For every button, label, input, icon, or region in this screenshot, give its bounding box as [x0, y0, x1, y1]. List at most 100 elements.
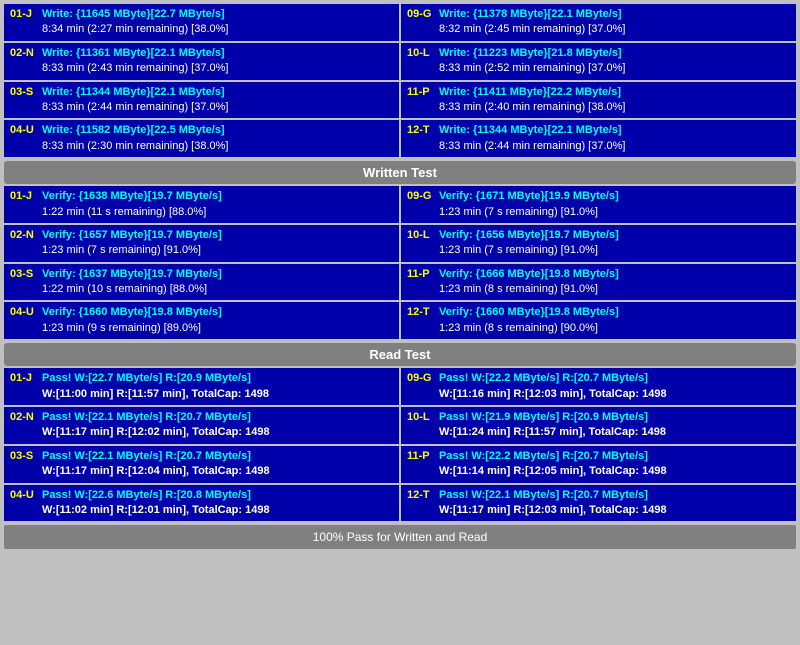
cell-content: Pass! W:[22.1 MByte/s] R:[20.7 MByte/s]W… — [42, 449, 393, 480]
cell-line1: Verify: {1638 MByte}[19.7 MByte/s] — [42, 189, 393, 204]
cell-id: 03-S — [10, 267, 38, 282]
cell-09-g: 09-G Verify: {1671 MByte}[19.9 MByte/s]1:… — [401, 186, 796, 223]
main-container: 01-JWrite: {11645 MByte}[22.7 MByte/s]8:… — [0, 0, 800, 553]
verify-grid: 01-JVerify: {1638 MByte}[19.7 MByte/s]1:… — [4, 186, 796, 339]
cell-10-l: 10-L Verify: {1656 MByte}[19.7 MByte/s]1:… — [401, 225, 796, 262]
cell-content: Verify: {1660 MByte}[19.8 MByte/s]1:23 m… — [439, 305, 790, 336]
cell-02-n: 02-N Pass! W:[22.1 MByte/s] R:[20.7 MByte… — [4, 407, 399, 444]
cell-line1: Write: {11582 MByte}[22.5 MByte/s] — [42, 123, 393, 138]
written-test-label: Written Test — [4, 161, 796, 184]
cell-12-t: 12-T Verify: {1660 MByte}[19.8 MByte/s]1:… — [401, 302, 796, 339]
cell-10-l: 10-LWrite: {11223 MByte}[21.8 MByte/s]8:… — [401, 43, 796, 80]
cell-line2: 1:22 min (10 s remaining) [88.0%] — [42, 282, 393, 297]
cell-04-u: 04-UVerify: {1660 MByte}[19.8 MByte/s]1:… — [4, 302, 399, 339]
cell-line1: Pass! W:[22.6 MByte/s] R:[20.8 MByte/s] — [42, 488, 393, 503]
cell-content: Verify: {1666 MByte}[19.8 MByte/s]1:23 m… — [439, 267, 790, 298]
cell-id: 03-S — [10, 449, 38, 464]
cell-01-j: 01-J Pass! W:[22.7 MByte/s] R:[20.9 MByte… — [4, 368, 399, 405]
cell-line1: Verify: {1671 MByte}[19.9 MByte/s] — [439, 189, 790, 204]
cell-line1: Verify: {1666 MByte}[19.8 MByte/s] — [439, 267, 790, 282]
cell-content: Write: {11378 MByte}[22.1 MByte/s]8:32 m… — [439, 7, 790, 38]
cell-11-p: 11-P Verify: {1666 MByte}[19.8 MByte/s]1:… — [401, 264, 796, 301]
cell-id: 12-T — [407, 488, 435, 503]
cell-line2: 1:22 min (11 s remaining) [88.0%] — [42, 205, 393, 220]
cell-id: 12-T — [407, 123, 435, 138]
cell-line1: Verify: {1656 MByte}[19.7 MByte/s] — [439, 228, 790, 243]
cell-line1: Pass! W:[22.2 MByte/s] R:[20.7 MByte/s] — [439, 371, 790, 386]
cell-line2: 8:34 min (2:27 min remaining) [38.0%] — [42, 22, 393, 37]
cell-content: Write: {11344 MByte}[22.1 MByte/s]8:33 m… — [42, 85, 393, 116]
cell-line1: Write: {11411 MByte}[22.2 MByte/s] — [439, 85, 790, 100]
cell-line1: Write: {11344 MByte}[22.1 MByte/s] — [42, 85, 393, 100]
cell-line2: W:[11:02 min] R:[12:01 min], TotalCap: 1… — [42, 503, 393, 518]
read-grid: 01-J Pass! W:[22.7 MByte/s] R:[20.9 MByte… — [4, 368, 796, 521]
cell-line1: Verify: {1660 MByte}[19.8 MByte/s] — [42, 305, 393, 320]
cell-id: 11-P — [407, 449, 435, 464]
cell-id: 02-N — [10, 228, 38, 243]
cell-content: Pass! W:[22.2 MByte/s] R:[20.7 MByte/s]W… — [439, 449, 790, 480]
cell-11-p: 11-P Write: {11411 MByte}[22.2 MByte/s]8:… — [401, 82, 796, 119]
cell-content: Verify: {1656 MByte}[19.7 MByte/s]1:23 m… — [439, 228, 790, 259]
cell-content: Verify: {1637 MByte}[19.7 MByte/s]1:22 m… — [42, 267, 393, 298]
cell-id: 02-N — [10, 46, 38, 61]
cell-10-l: 10-L Pass! W:[21.9 MByte/s] R:[20.9 MByte… — [401, 407, 796, 444]
cell-line1: Pass! W:[21.9 MByte/s] R:[20.9 MByte/s] — [439, 410, 790, 425]
cell-id: 12-T — [407, 305, 435, 320]
cell-02-n: 02-N Verify: {1657 MByte}[19.7 MByte/s]1:… — [4, 225, 399, 262]
cell-content: Write: {11582 MByte}[22.5 MByte/s]8:33 m… — [42, 123, 393, 154]
cell-line1: Pass! W:[22.7 MByte/s] R:[20.9 MByte/s] — [42, 371, 393, 386]
cell-line2: 1:23 min (8 s remaining) [90.0%] — [439, 321, 790, 336]
cell-line1: Verify: {1657 MByte}[19.7 MByte/s] — [42, 228, 393, 243]
cell-id: 03-S — [10, 85, 38, 100]
cell-line2: 8:33 min (2:44 min remaining) [37.0%] — [439, 139, 790, 154]
cell-id: 01-J — [10, 371, 38, 386]
cell-11-p: 11-P Pass! W:[22.2 MByte/s] R:[20.7 MByte… — [401, 446, 796, 483]
cell-09-g: 09-GWrite: {11378 MByte}[22.1 MByte/s]8:… — [401, 4, 796, 41]
cell-line2: 1:23 min (7 s remaining) [91.0%] — [42, 243, 393, 258]
cell-line1: Verify: {1660 MByte}[19.8 MByte/s] — [439, 305, 790, 320]
cell-line2: W:[11:17 min] R:[12:04 min], TotalCap: 1… — [42, 464, 393, 479]
cell-03-s: 03-S Write: {11344 MByte}[22.1 MByte/s]8:… — [4, 82, 399, 119]
read-section: 01-J Pass! W:[22.7 MByte/s] R:[20.9 MByte… — [4, 368, 796, 521]
cell-content: Write: {11411 MByte}[22.2 MByte/s]8:33 m… — [439, 85, 790, 116]
cell-line1: Write: {11223 MByte}[21.8 MByte/s] — [439, 46, 790, 61]
cell-03-s: 03-S Verify: {1637 MByte}[19.7 MByte/s]1:… — [4, 264, 399, 301]
cell-id: 11-P — [407, 267, 435, 282]
cell-content: Verify: {1638 MByte}[19.7 MByte/s]1:22 m… — [42, 189, 393, 220]
cell-line1: Pass! W:[22.1 MByte/s] R:[20.7 MByte/s] — [42, 410, 393, 425]
cell-line2: 8:33 min (2:52 min remaining) [37.0%] — [439, 61, 790, 76]
cell-content: Pass! W:[21.9 MByte/s] R:[20.9 MByte/s]W… — [439, 410, 790, 441]
cell-line2: 1:23 min (7 s remaining) [91.0%] — [439, 205, 790, 220]
cell-content: Verify: {1657 MByte}[19.7 MByte/s]1:23 m… — [42, 228, 393, 259]
read-test-label: Read Test — [4, 343, 796, 366]
cell-id: 09-G — [407, 371, 435, 386]
cell-id: 11-P — [407, 85, 435, 100]
cell-01-j: 01-JVerify: {1638 MByte}[19.7 MByte/s]1:… — [4, 186, 399, 223]
verify-section: 01-JVerify: {1638 MByte}[19.7 MByte/s]1:… — [4, 186, 796, 339]
cell-id: 04-U — [10, 488, 38, 503]
cell-line2: 8:32 min (2:45 min remaining) [37.0%] — [439, 22, 790, 37]
cell-id: 04-U — [10, 123, 38, 138]
cell-line2: W:[11:00 min] R:[11:57 min], TotalCap: 1… — [42, 387, 393, 402]
cell-line1: Pass! W:[22.2 MByte/s] R:[20.7 MByte/s] — [439, 449, 790, 464]
cell-id: 10-L — [407, 228, 435, 243]
cell-line2: 1:23 min (7 s remaining) [91.0%] — [439, 243, 790, 258]
cell-id: 02-N — [10, 410, 38, 425]
cell-line2: 1:23 min (9 s remaining) [89.0%] — [42, 321, 393, 336]
cell-line1: Pass! W:[22.1 MByte/s] R:[20.7 MByte/s] — [42, 449, 393, 464]
cell-content: Write: {11223 MByte}[21.8 MByte/s]8:33 m… — [439, 46, 790, 77]
cell-line1: Write: {11645 MByte}[22.7 MByte/s] — [42, 7, 393, 22]
cell-09-g: 09-G Pass! W:[22.2 MByte/s] R:[20.7 MByte… — [401, 368, 796, 405]
cell-line2: W:[11:14 min] R:[12:05 min], TotalCap: 1… — [439, 464, 790, 479]
cell-content: Write: {11344 MByte}[22.1 MByte/s]8:33 m… — [439, 123, 790, 154]
cell-line1: Write: {11344 MByte}[22.1 MByte/s] — [439, 123, 790, 138]
cell-line2: 1:23 min (8 s remaining) [91.0%] — [439, 282, 790, 297]
cell-line2: 8:33 min (2:43 min remaining) [37.0%] — [42, 61, 393, 76]
cell-04-u: 04-U Pass! W:[22.6 MByte/s] R:[20.8 MByte… — [4, 485, 399, 522]
write-grid: 01-JWrite: {11645 MByte}[22.7 MByte/s]8:… — [4, 4, 796, 157]
cell-id: 10-L — [407, 410, 435, 425]
cell-id: 01-J — [10, 7, 38, 22]
cell-line2: W:[11:17 min] R:[12:02 min], TotalCap: 1… — [42, 425, 393, 440]
cell-line2: 8:33 min (2:44 min remaining) [37.0%] — [42, 100, 393, 115]
cell-id: 09-G — [407, 189, 435, 204]
